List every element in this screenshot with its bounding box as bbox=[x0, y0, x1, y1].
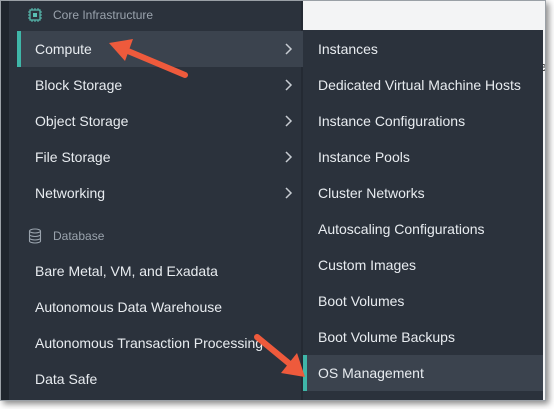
submenu-item-label: OS Management bbox=[318, 365, 424, 381]
menu-item-data-safe[interactable]: Data Safe bbox=[17, 361, 309, 397]
cpu-icon bbox=[27, 7, 43, 23]
submenu-item-custom-images[interactable]: Custom Images bbox=[303, 247, 543, 283]
submenu-item-label: Cluster Networks bbox=[318, 185, 425, 201]
left-edge bbox=[1, 1, 9, 400]
submenu-item-instances[interactable]: Instances bbox=[303, 31, 543, 67]
menu-item-label: Autonomous Data Warehouse bbox=[35, 299, 223, 315]
menu-item-autonomous-data-warehouse[interactable]: Autonomous Data Warehouse bbox=[17, 289, 309, 325]
chevron-right-icon bbox=[281, 77, 297, 93]
submenu-item-label: Instances bbox=[318, 41, 378, 57]
menu-item-compute[interactable]: Compute bbox=[17, 31, 309, 67]
menu-item-label: Networking bbox=[35, 185, 106, 201]
submenu-item-boot-volume-backups[interactable]: Boot Volume Backups bbox=[303, 319, 543, 355]
section-header-core-infrastructure: Core Infrastructure bbox=[17, 2, 153, 28]
screenshot-frame: 2 re x e Core Infrastructure Compute Blo… bbox=[0, 0, 546, 401]
submenu-item-label: Instance Configurations bbox=[318, 113, 466, 129]
submenu-item-label: Boot Volume Backups bbox=[318, 329, 455, 345]
menu-item-label: Object Storage bbox=[35, 113, 129, 129]
submenu-item-os-management[interactable]: OS Management bbox=[303, 355, 543, 391]
menu-item-label: Autonomous Transaction Processing bbox=[35, 335, 264, 351]
menu-item-label: Compute bbox=[35, 41, 92, 57]
menu-item-label: File Storage bbox=[35, 149, 111, 165]
database-icon bbox=[27, 228, 43, 244]
chevron-right-icon bbox=[281, 41, 297, 57]
section-header-label: Core Infrastructure bbox=[53, 8, 154, 22]
menu-item-bare-metal-vm-exadata[interactable]: Bare Metal, VM, and Exadata bbox=[17, 253, 309, 289]
submenu-item-cluster-networks[interactable]: Cluster Networks bbox=[303, 175, 543, 211]
menu-item-object-storage[interactable]: Object Storage bbox=[17, 103, 309, 139]
chevron-right-icon bbox=[281, 185, 297, 201]
submenu-item-label: Dedicated Virtual Machine Hosts bbox=[318, 77, 521, 93]
submenu-item-dedicated-vm-hosts[interactable]: Dedicated Virtual Machine Hosts bbox=[303, 67, 543, 103]
submenu-item-instance-configurations[interactable]: Instance Configurations bbox=[303, 103, 543, 139]
menu-item-block-storage[interactable]: Block Storage bbox=[17, 67, 309, 103]
navigation-menu: Core Infrastructure Compute Block Storag… bbox=[9, 1, 309, 400]
section-header-label: Database bbox=[53, 229, 105, 243]
submenu-item-instance-pools[interactable]: Instance Pools bbox=[303, 139, 543, 175]
compute-submenu: Instances Dedicated Virtual Machine Host… bbox=[303, 30, 543, 400]
menu-item-label: Bare Metal, VM, and Exadata bbox=[35, 263, 218, 279]
submenu-item-label: Instance Pools bbox=[318, 149, 410, 165]
submenu-item-autoscaling-configurations[interactable]: Autoscaling Configurations bbox=[303, 211, 543, 247]
menu-item-label: Data Safe bbox=[35, 371, 98, 387]
submenu-item-label: Autoscaling Configurations bbox=[318, 221, 485, 237]
submenu-item-boot-volumes[interactable]: Boot Volumes bbox=[303, 283, 543, 319]
menu-item-label: Block Storage bbox=[35, 77, 123, 93]
menu-item-networking[interactable]: Networking bbox=[17, 175, 309, 211]
menu-item-autonomous-transaction-processing[interactable]: Autonomous Transaction Processing bbox=[17, 325, 309, 361]
section-header-database: Database bbox=[17, 223, 104, 249]
chevron-right-icon bbox=[281, 113, 297, 129]
menu-item-file-storage[interactable]: File Storage bbox=[17, 139, 309, 175]
submenu-item-label: Boot Volumes bbox=[318, 293, 405, 309]
submenu-item-label: Custom Images bbox=[318, 257, 417, 273]
chevron-right-icon bbox=[281, 149, 297, 165]
